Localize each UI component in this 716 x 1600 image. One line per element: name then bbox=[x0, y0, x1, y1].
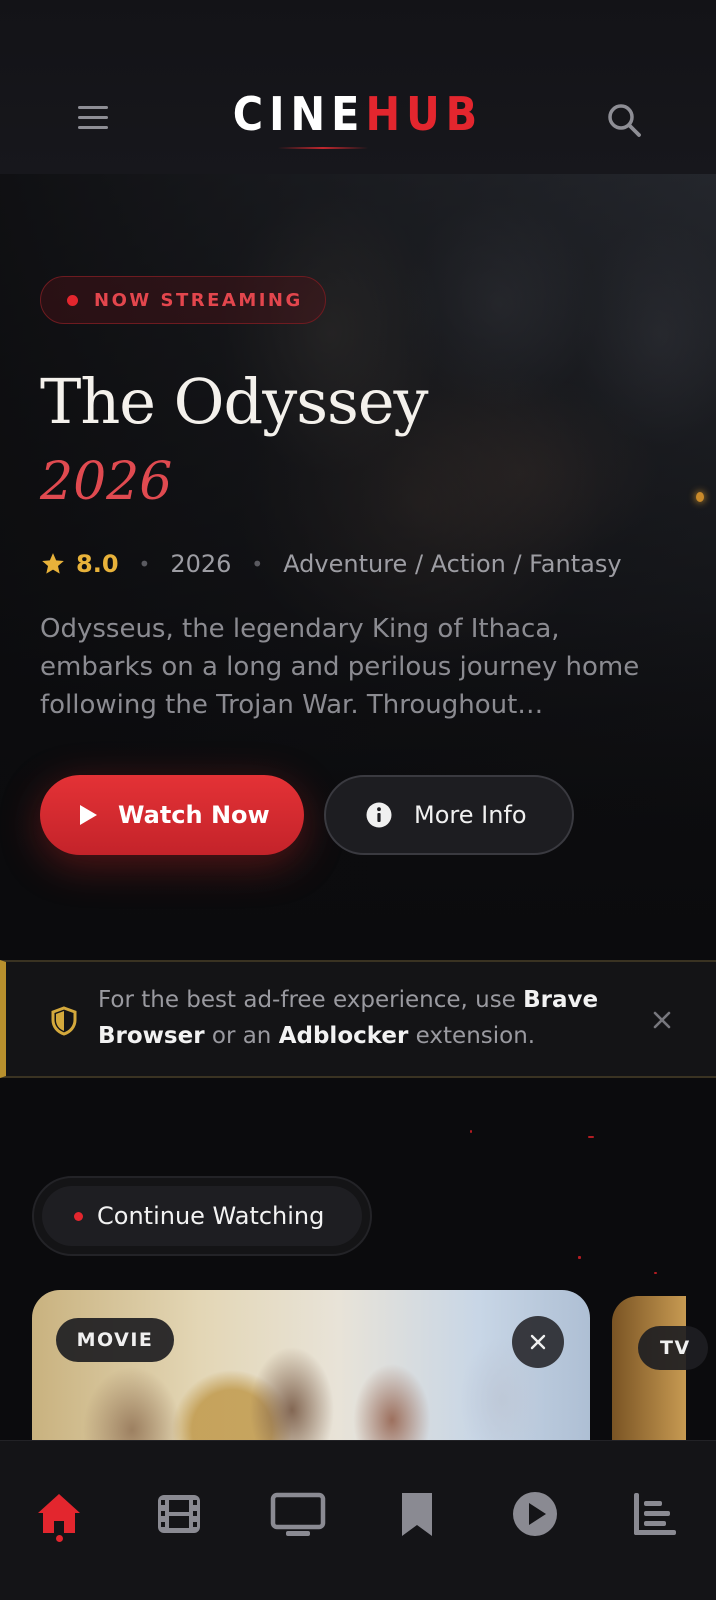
more-info-button[interactable]: More Info bbox=[324, 775, 574, 855]
logo-text-cine: CINE bbox=[232, 87, 366, 141]
leaderboard-icon[interactable] bbox=[630, 1489, 680, 1539]
continue-watching-pill: Continue Watching bbox=[42, 1186, 362, 1246]
notice-text: extension. bbox=[408, 1023, 536, 1049]
hero-description: Odysseus, the legendary King of Ithaca, … bbox=[40, 614, 640, 720]
info-icon bbox=[366, 802, 392, 828]
now-streaming-badge: NOW STREAMING bbox=[40, 276, 326, 324]
rating-value: 8.0 bbox=[76, 550, 119, 578]
badge-label: NOW STREAMING bbox=[94, 289, 303, 311]
play-icon bbox=[80, 805, 97, 825]
bottom-navigation bbox=[0, 1440, 716, 1600]
meta-separator: • bbox=[251, 552, 264, 576]
film-icon[interactable] bbox=[154, 1489, 204, 1539]
live-dot-icon bbox=[74, 1211, 83, 1221]
close-icon bbox=[530, 1334, 546, 1350]
spark-decoration bbox=[588, 1136, 594, 1138]
continue-watching-header[interactable]: Continue Watching bbox=[32, 1176, 372, 1256]
ember-glow bbox=[696, 492, 704, 502]
more-info-label: More Info bbox=[414, 801, 527, 829]
bookmark-icon[interactable] bbox=[392, 1489, 442, 1539]
play-circle-icon[interactable] bbox=[510, 1489, 560, 1539]
hero-title-year: 2026 bbox=[40, 452, 173, 512]
continue-watching-card[interactable] bbox=[612, 1296, 686, 1450]
hero-meta: 8.0 • 2026 • Adventure / Action / Fantas… bbox=[40, 546, 622, 582]
tv-icon[interactable] bbox=[270, 1489, 326, 1539]
app-header: CINEHUB bbox=[0, 0, 716, 174]
spark-decoration bbox=[470, 1130, 472, 1133]
spark-decoration bbox=[654, 1272, 657, 1274]
close-icon[interactable] bbox=[652, 1010, 672, 1030]
notice-text: For the best ad-free experience, use bbox=[98, 987, 524, 1013]
notice-adblocker: Adblocker bbox=[278, 1023, 409, 1049]
media-type-badge: TV bbox=[638, 1326, 708, 1370]
active-indicator-dot bbox=[56, 1535, 63, 1542]
hero-title: The Odyssey bbox=[40, 365, 429, 438]
notice-text: or an bbox=[204, 1023, 279, 1049]
continue-watching-label: Continue Watching bbox=[97, 1202, 325, 1230]
remove-card-button[interactable] bbox=[512, 1316, 564, 1368]
logo-underline bbox=[278, 147, 368, 149]
continue-watching-card[interactable] bbox=[32, 1290, 590, 1450]
star-icon bbox=[42, 553, 64, 574]
search-icon[interactable] bbox=[606, 102, 642, 138]
adblock-notice-banner: For the best ad-free experience, use Bra… bbox=[0, 960, 716, 1078]
meta-separator: • bbox=[138, 552, 151, 576]
logo-text-hub: HUB bbox=[365, 87, 484, 141]
watch-now-label: Watch Now bbox=[118, 801, 270, 829]
live-dot-icon bbox=[67, 294, 78, 306]
home-icon[interactable] bbox=[34, 1489, 84, 1539]
watch-now-button[interactable]: Watch Now bbox=[40, 775, 304, 855]
media-type-badge: MOVIE bbox=[56, 1318, 174, 1362]
notice-message: For the best ad-free experience, use Bra… bbox=[98, 982, 638, 1054]
genres: Adventure / Action / Fantasy bbox=[283, 550, 622, 578]
release-year: 2026 bbox=[170, 550, 232, 578]
shield-icon bbox=[51, 1006, 77, 1036]
spark-decoration bbox=[578, 1256, 581, 1259]
